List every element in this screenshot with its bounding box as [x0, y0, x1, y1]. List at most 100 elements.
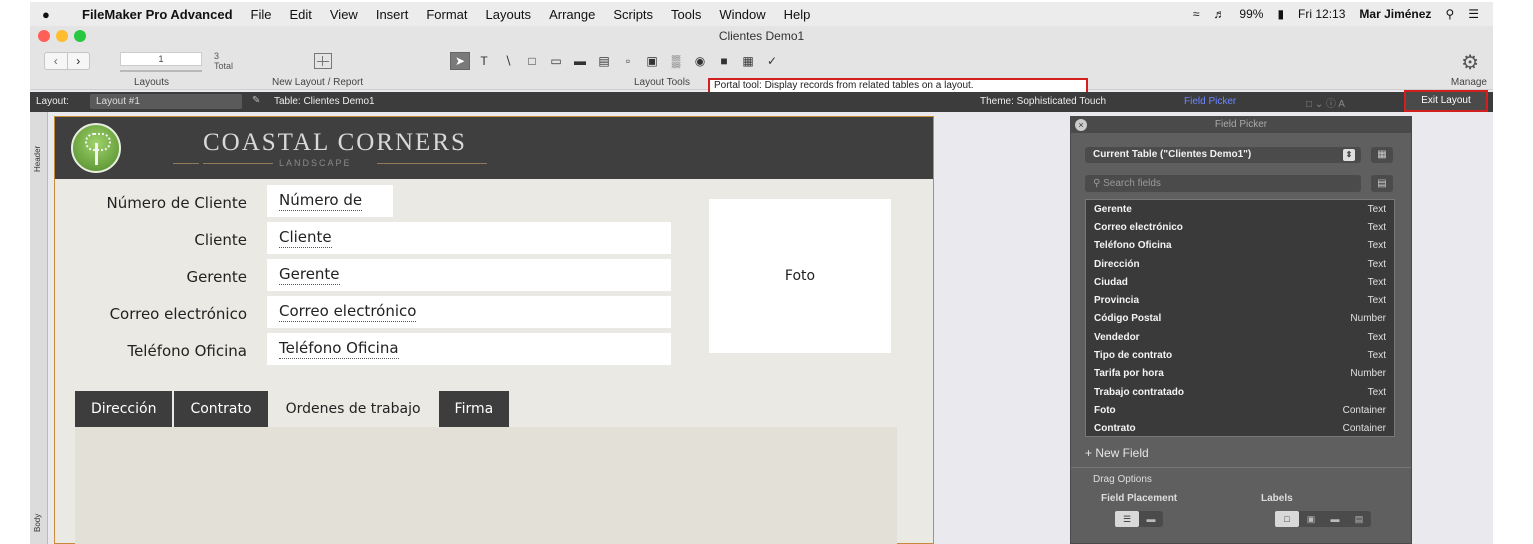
button-tool-icon[interactable]: ▬	[570, 52, 590, 70]
field-label[interactable]: Gerente	[55, 268, 247, 286]
theme-label[interactable]: Theme: Sophisticated Touch	[980, 96, 1106, 107]
list-item[interactable]: Tarifa por hora Number	[1086, 365, 1394, 383]
gear-icon[interactable]: ⚙	[1461, 50, 1479, 75]
list-item[interactable]: Trabajo contratado Text	[1086, 383, 1394, 401]
menu-format[interactable]: Format	[426, 7, 467, 22]
chart-tool-icon[interactable]: ▒	[666, 52, 686, 70]
menu-insert[interactable]: Insert	[376, 7, 409, 22]
line-tool-icon[interactable]: ∖	[498, 52, 518, 70]
menu-arrange[interactable]: Arrange	[549, 7, 595, 22]
rectangle-tool-icon[interactable]: □	[522, 52, 542, 70]
list-item[interactable]: Ciudad Text	[1086, 273, 1394, 291]
edit-layout-icon[interactable]: ✎	[252, 95, 260, 106]
menu-help[interactable]: Help	[784, 7, 811, 22]
list-item[interactable]: Vendedor Text	[1086, 328, 1394, 346]
field-tool-icon[interactable]: ▭	[546, 52, 566, 70]
pointer-tool-icon[interactable]: ➤	[450, 52, 470, 70]
field-label[interactable]: Cliente	[55, 231, 247, 249]
text-tool-icon[interactable]: T	[474, 52, 494, 70]
table-select[interactable]: Current Table ("Clientes Demo1") ⇕	[1085, 147, 1361, 163]
web-viewer-tool-icon[interactable]: ◉	[690, 52, 710, 70]
sort-icon[interactable]: ▤	[1371, 175, 1393, 192]
menu-window[interactable]: Window	[719, 7, 765, 22]
list-item[interactable]: Foto Container	[1086, 401, 1394, 419]
menu-scripts[interactable]: Scripts	[613, 7, 653, 22]
vertical-placement-icon[interactable]: ☰	[1115, 511, 1139, 527]
field-telefono[interactable]: Teléfono Oficina	[267, 333, 671, 365]
format-painter-icon[interactable]: ✓	[762, 52, 782, 70]
search-icon[interactable]: ⚲	[1445, 7, 1454, 21]
battery-percent[interactable]: 99%	[1239, 7, 1263, 21]
drag-options-toggle[interactable]: Drag Options	[1093, 474, 1152, 485]
clock[interactable]: Fri 12:13	[1298, 7, 1345, 21]
label-left-icon[interactable]: ▬	[1323, 511, 1347, 527]
field-cliente[interactable]: Cliente	[267, 222, 671, 254]
photo-container[interactable]: Foto	[709, 199, 891, 353]
company-name[interactable]: COASTAL CORNERS	[203, 129, 467, 157]
list-item[interactable]: Contrato Container	[1086, 420, 1394, 438]
list-item[interactable]: Provincia Text	[1086, 291, 1394, 309]
zoom-window-icon[interactable]	[74, 30, 86, 42]
list-item[interactable]: Correo electrónico Text	[1086, 218, 1394, 236]
field-picker-toggle[interactable]: Field Picker	[1184, 96, 1236, 107]
label-right-icon[interactable]: ▤	[1347, 511, 1371, 527]
field-label[interactable]: Número de Cliente	[55, 194, 247, 212]
tab-direccion[interactable]: Dirección	[75, 391, 173, 427]
tab-contrato[interactable]: Contrato	[174, 391, 268, 427]
field-numero-cliente[interactable]: Número de	[267, 185, 393, 217]
field-label[interactable]: Correo electrónico	[55, 305, 247, 323]
list-icon[interactable]: ☰	[1468, 7, 1479, 21]
menu-edit[interactable]: Edit	[289, 7, 311, 22]
previous-icon[interactable]: ‹	[45, 53, 67, 69]
list-item[interactable]: Tipo de contrato Text	[1086, 346, 1394, 364]
close-window-icon[interactable]	[38, 30, 50, 42]
list-item[interactable]: Código Postal Number	[1086, 310, 1394, 328]
close-icon[interactable]: ×	[1075, 119, 1087, 131]
slide-control-tool-icon[interactable]: ▦	[738, 52, 758, 70]
minimize-window-icon[interactable]	[56, 30, 68, 42]
search-field[interactable]: ⚲ Search fields	[1085, 175, 1361, 192]
no-label-icon[interactable]: □	[1275, 511, 1299, 527]
tree-logo-icon[interactable]	[71, 123, 121, 173]
header-part-label[interactable]: Header	[33, 146, 42, 172]
menu-file[interactable]: File	[251, 7, 272, 22]
record-number-field[interactable]: 1	[120, 52, 202, 66]
new-layout-icon[interactable]	[314, 53, 332, 69]
menu-tools[interactable]: Tools	[671, 7, 701, 22]
menu-layouts[interactable]: Layouts	[486, 7, 532, 22]
menu-view[interactable]: View	[330, 7, 358, 22]
layout-select[interactable]: Layout #1	[90, 94, 242, 109]
label-top-icon[interactable]: ▣	[1299, 511, 1323, 527]
apple-icon[interactable]: ●	[42, 7, 64, 22]
user-name[interactable]: Mar Jiménez	[1359, 7, 1431, 21]
list-item[interactable]: Dirección Text	[1086, 255, 1394, 273]
app-menu[interactable]: FileMaker Pro Advanced	[82, 7, 233, 22]
chevron-updown-icon: ⇕	[1343, 149, 1355, 161]
record-slider[interactable]	[120, 70, 202, 72]
manage-database-icon[interactable]: ▦	[1371, 147, 1393, 163]
field-gerente[interactable]: Gerente	[267, 259, 671, 291]
company-subtitle[interactable]: LANDSCAPE	[279, 158, 352, 168]
list-item[interactable]: Gerente Text	[1086, 200, 1394, 218]
button-bar-tool-icon[interactable]: ▤	[594, 52, 614, 70]
tab-control-tool-icon[interactable]: ▫	[618, 52, 638, 70]
horizontal-placement-icon[interactable]: ▬	[1139, 511, 1163, 527]
list-item[interactable]: Teléfono Oficina Text	[1086, 237, 1394, 255]
wifi-icon[interactable]: ≈	[1193, 7, 1200, 21]
field-label[interactable]: Teléfono Oficina	[55, 342, 247, 360]
tab-panel[interactable]	[75, 427, 897, 544]
new-field-button[interactable]: + New Field	[1085, 446, 1149, 460]
field-correo[interactable]: Correo electrónico	[267, 296, 671, 328]
popover-tool-icon[interactable]: ■	[714, 52, 734, 70]
exit-layout-button[interactable]: Exit Layout	[1404, 90, 1488, 112]
new-layout-label[interactable]: New Layout / Report	[272, 77, 363, 88]
body-part-label[interactable]: Body	[33, 514, 42, 532]
manage-label[interactable]: Manage	[1451, 77, 1487, 88]
tab-ordenes-de-trabajo[interactable]: Ordenes de trabajo	[269, 391, 437, 427]
tab-firma[interactable]: Firma	[438, 391, 510, 427]
battery-icon[interactable]: ▮	[1277, 7, 1284, 21]
inspector-icons[interactable]: □ ⌄ ⓘ A	[1306, 95, 1345, 110]
volume-icon[interactable]: ♬	[1213, 7, 1225, 21]
next-icon[interactable]: ›	[66, 53, 90, 69]
portal-tool-icon[interactable]: ▣	[642, 52, 662, 70]
